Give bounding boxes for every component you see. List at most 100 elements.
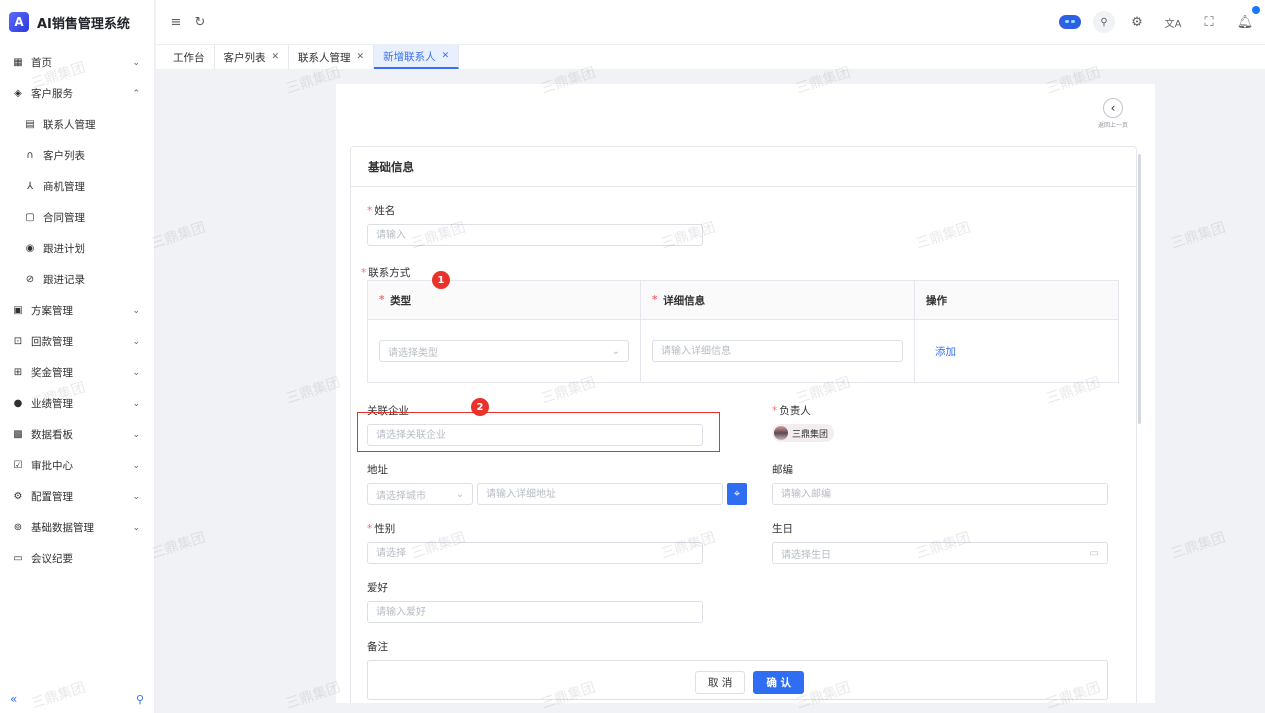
sidebar-item-8[interactable]: ▣ 方案管理 ⌄ [0, 295, 154, 326]
search-icon[interactable]: ⚲ [1093, 11, 1115, 33]
meeting-icon: ▭ [13, 553, 23, 564]
required-mark: * [367, 523, 373, 535]
sidebar-item-9[interactable]: ⊡ 回款管理 ⌄ [0, 326, 154, 357]
watermark-text: 三鼎集团 [149, 219, 208, 253]
sidebar-item-10[interactable]: ⊞ 奖金管理 ⌄ [0, 357, 154, 388]
birthday-label: 生日 [772, 523, 793, 535]
app-logo: A [9, 12, 29, 32]
annotation-highlight-box [357, 412, 720, 452]
bell-icon[interactable]: 🔔︎ [1235, 6, 1260, 32]
menu-toggle-icon[interactable]: ≡ [166, 12, 186, 32]
sidebar-item-label: 首页 [31, 57, 52, 69]
sidebar-item-11[interactable]: ● 业绩管理 ⌄ [0, 388, 154, 419]
form-card: ‹ 返回上一页 基础信息 *姓名 *联系方式 * 类型 * 详细信息 操作 请选… [336, 84, 1155, 703]
translate-icon[interactable]: 文A [1163, 12, 1183, 32]
page-tabs: 工作台 客户列表 ✕ 联系人管理 ✕ 新增联系人 ✕ [156, 44, 1265, 69]
hobby-label: 爱好 [367, 582, 388, 594]
back-label: 返回上一页 [1098, 122, 1129, 129]
zip-input[interactable] [772, 483, 1108, 505]
sidebar-item-6[interactable]: ◉ 跟进计划 [0, 233, 154, 264]
watermark-text: 三鼎集团 [1169, 219, 1228, 253]
sidebar-item-label: 业绩管理 [31, 398, 73, 410]
add-contact-button[interactable]: 添加 [935, 344, 956, 359]
confirm-button[interactable]: 确 认 [753, 671, 804, 694]
chevron-down-icon: ⌄ [132, 398, 140, 409]
name-field: * 姓名 [367, 203, 703, 246]
owner-tag[interactable]: 三鼎集团 [772, 424, 835, 442]
top-header: ≡ ↻ ⚲ ⚙ 文A ⛶ 🔔︎ [156, 0, 1265, 44]
required-mark: * [772, 405, 778, 417]
close-icon[interactable]: ✕ [272, 52, 280, 62]
sidebar-footer: « ⚲ [0, 685, 154, 713]
chevron-down-icon: ⌄ [132, 367, 140, 378]
compass-icon: ⊘ [25, 274, 35, 285]
sidebar-item-3[interactable]: ∩ 客户列表 [0, 140, 154, 171]
address-detail-input[interactable] [477, 483, 723, 505]
approval-icon: ☑ [13, 460, 23, 471]
required-mark: * [361, 267, 367, 279]
table-row: 请选择类型 ⌄ 添加 [368, 320, 1118, 382]
sidebar-item-label: 会议纪要 [31, 553, 73, 565]
back-button[interactable]: ‹ 返回上一页 [1098, 98, 1128, 129]
zip-field: 邮编 [772, 462, 1108, 505]
locate-icon[interactable]: ⌖ [727, 483, 747, 505]
city-select[interactable]: 请选择城市 ⌄ [367, 483, 473, 505]
avatar [774, 426, 788, 440]
watermark-text: 三鼎集团 [1169, 529, 1228, 563]
birthday-picker[interactable]: 请选择生日 ▭ [772, 542, 1108, 564]
tab-label: 新增联系人 [383, 50, 436, 63]
tab-0[interactable]: 工作台 [164, 45, 215, 69]
col-type: * 类型 [368, 281, 641, 319]
sidebar-item-16[interactable]: ▭ 会议纪要 [0, 543, 154, 574]
sidebar-item-1[interactable]: ◈ 客户服务 ⌃ [0, 78, 154, 109]
scrollbar-thumb[interactable] [1138, 154, 1141, 424]
sidebar-item-label: 跟进记录 [43, 274, 85, 286]
annotation-marker-1: 1 [432, 271, 450, 289]
sidebar-item-5[interactable]: ▢ 合同管理 [0, 202, 154, 233]
tab-label: 工作台 [173, 51, 205, 64]
close-icon[interactable]: ✕ [442, 51, 450, 61]
birthday-field: 生日 请选择生日 ▭ [772, 521, 1108, 564]
contact-card-icon: ▤ [25, 119, 35, 130]
gender-select[interactable] [367, 542, 703, 564]
sidebar-item-0[interactable]: ▦ 首页 ⌄ [0, 47, 154, 78]
settings-gear-icon[interactable]: ⚙ [1127, 12, 1147, 32]
chevron-down-icon: ⌄ [132, 460, 140, 471]
name-input[interactable] [367, 224, 703, 246]
bonus-icon: ⊞ [13, 367, 23, 378]
address-label: 地址 [367, 464, 388, 476]
cancel-button[interactable]: 取 消 [695, 671, 746, 694]
sidebar-item-14[interactable]: ⚙ 配置管理 ⌄ [0, 481, 154, 512]
owner-label: 负责人 [779, 405, 811, 417]
sidebar-item-label: 数据看板 [31, 429, 73, 441]
sidebar-item-4[interactable]: ⅄ 商机管理 [0, 171, 154, 202]
tab-1[interactable]: 客户列表 ✕ [215, 45, 290, 69]
pin-icon[interactable]: ⚲ [136, 693, 144, 706]
chevron-down-icon: ⌄ [132, 429, 140, 440]
target-icon: ◉ [25, 243, 35, 254]
tab-3[interactable]: 新增联系人 ✕ [374, 45, 460, 69]
contact-detail-input[interactable] [652, 340, 903, 362]
tab-2[interactable]: 联系人管理 ✕ [289, 45, 375, 69]
hobby-input[interactable] [367, 601, 703, 623]
refresh-icon[interactable]: ↻ [190, 12, 210, 32]
contact-type-select[interactable]: 请选择类型 ⌄ [379, 340, 629, 362]
sidebar-item-13[interactable]: ☑ 审批中心 ⌄ [0, 450, 154, 481]
ai-assistant-icon[interactable] [1059, 15, 1081, 29]
network-icon: ⅄ [26, 181, 34, 192]
tab-label: 联系人管理 [298, 51, 351, 64]
contact-table-header: * 类型 * 详细信息 操作 [368, 281, 1118, 320]
tab-label: 客户列表 [223, 51, 266, 64]
close-icon[interactable]: ✕ [357, 52, 365, 62]
collapse-sidebar-icon[interactable]: « [10, 692, 17, 706]
sidebar-item-15[interactable]: ⊚ 基础数据管理 ⌄ [0, 512, 154, 543]
plan-icon: ▣ [13, 305, 23, 316]
sidebar-item-label: 跟进计划 [43, 243, 85, 255]
sidebar-item-2[interactable]: ▤ 联系人管理 [0, 109, 154, 140]
sidebar-item-12[interactable]: ▩ 数据看板 ⌄ [0, 419, 154, 450]
database-icon: ⊚ [13, 522, 23, 533]
owner-name: 三鼎集团 [792, 429, 829, 440]
sidebar-item-7[interactable]: ⊘ 跟进记录 [0, 264, 154, 295]
fullscreen-icon[interactable]: ⛶ [1199, 12, 1219, 32]
brand[interactable]: A AI销售管理系统 [0, 0, 154, 44]
